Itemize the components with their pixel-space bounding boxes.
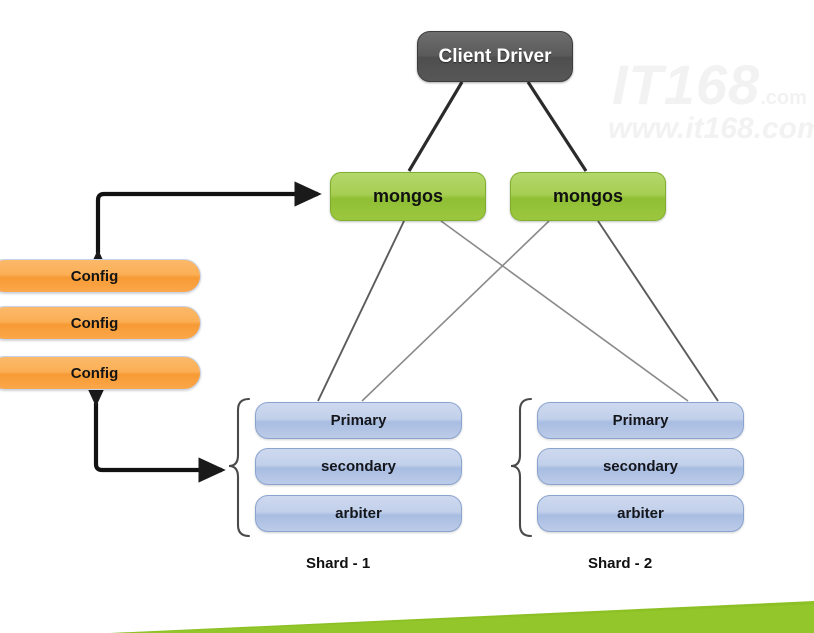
member-label: secondary [602, 458, 679, 475]
arrow-config-to-mongos [85, 181, 322, 277]
member-label: arbiter [617, 505, 664, 522]
link-mongos-1-to-shard-2 [597, 220, 719, 402]
member-label: arbiter [335, 505, 382, 522]
diagram-canvas: IT168.com www.it168.com Client Driver mo… [0, 0, 814, 633]
shard-2-member-secondary[interactable]: secondary [537, 448, 744, 485]
config-server-node-3[interactable]: Config [0, 356, 201, 390]
brace-shard-2 [510, 397, 533, 538]
member-label: secondary [320, 458, 397, 475]
link-client-to-mongos-1 [526, 81, 588, 172]
member-label: Primary [330, 412, 387, 429]
brace-shard-1 [228, 397, 251, 538]
shard-1-member-primary[interactable]: Primary [255, 402, 462, 439]
config-server-label: Config [70, 364, 119, 382]
mongos-node-2[interactable]: mongos [510, 172, 666, 221]
mongos-node-1[interactable]: mongos [330, 172, 486, 221]
member-label: Primary [612, 412, 669, 429]
shard-2-caption: Shard - 2 [588, 555, 653, 572]
shard-1-caption: Shard - 1 [306, 555, 371, 572]
shard-1-member-secondary[interactable]: secondary [255, 448, 462, 485]
mongos-label: mongos [373, 186, 443, 206]
config-server-label: Config [70, 267, 119, 285]
shard-2-member-arbiter[interactable]: arbiter [537, 495, 744, 532]
config-server-node-2[interactable]: Config [0, 306, 201, 340]
client-driver-label: Client Driver [438, 45, 552, 67]
config-server-label: Config [70, 314, 119, 332]
config-server-node-1[interactable]: Config [0, 259, 201, 293]
client-driver-node[interactable]: Client Driver [417, 31, 573, 82]
shard-1-member-arbiter[interactable]: arbiter [255, 495, 462, 532]
shard-2-member-primary[interactable]: Primary [537, 402, 744, 439]
mongos-label: mongos [553, 186, 623, 206]
link-client-to-mongos-0 [407, 81, 464, 172]
arrow-config-to-shard [83, 379, 226, 483]
link-mongos-0-to-shard-2 [440, 220, 689, 402]
